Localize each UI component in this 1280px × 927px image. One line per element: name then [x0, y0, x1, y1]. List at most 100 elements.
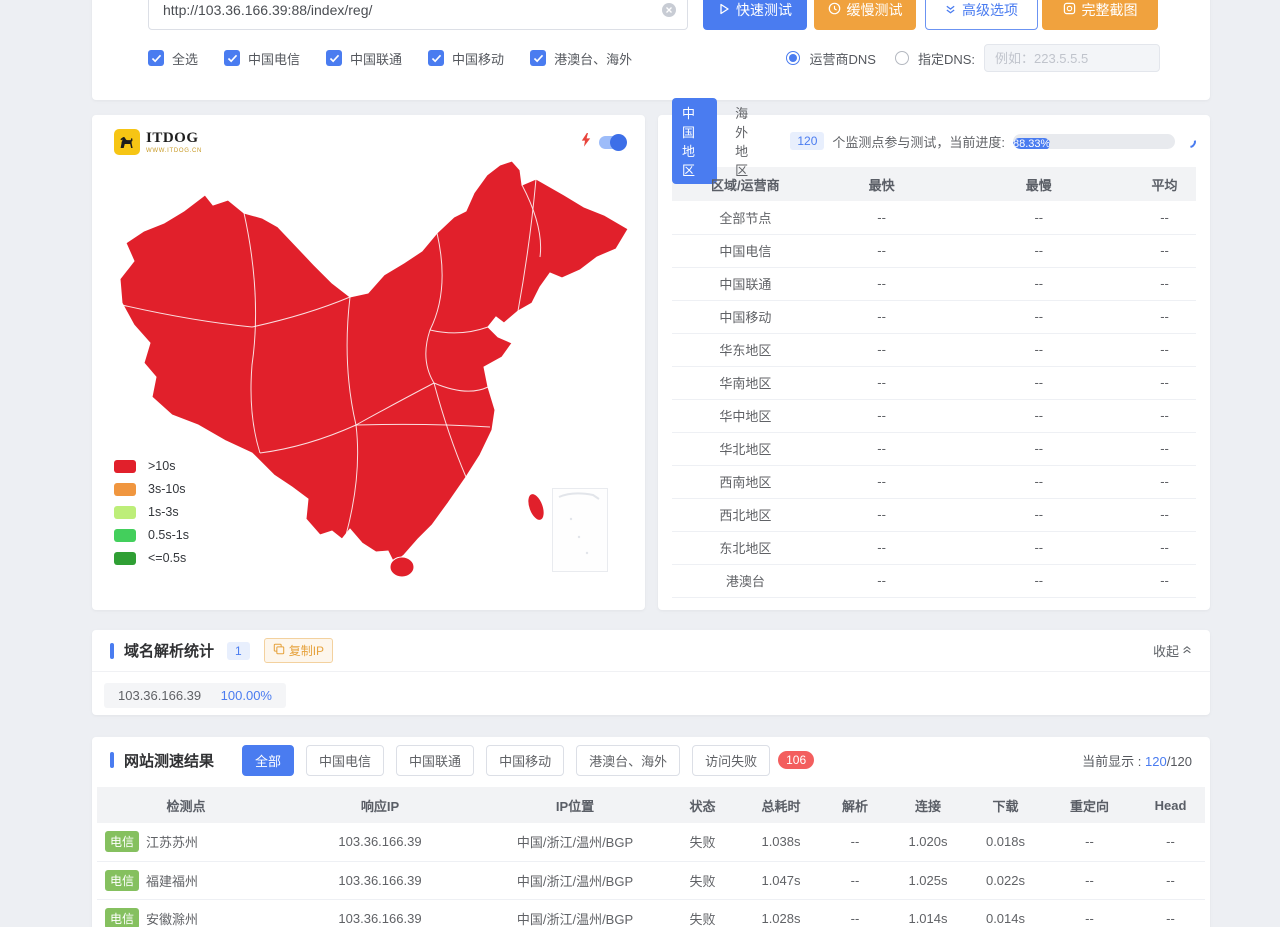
hainan-island	[390, 557, 414, 577]
radio-custom-dns-label: 指定DNS:	[918, 49, 975, 68]
checkbox-china-mobile[interactable]: 中国移动	[428, 49, 504, 68]
quick-test-button[interactable]: 快速测试	[703, 0, 807, 30]
tab-overseas-region[interactable]: 海外地区	[725, 98, 770, 184]
connect-time: 1.020s	[888, 823, 968, 861]
fastest-value: --	[819, 201, 945, 234]
legend-item: 3s-10s	[114, 482, 189, 496]
legend-label: >10s	[148, 459, 175, 473]
table-row: 中国电信------	[672, 234, 1196, 267]
tab-all[interactable]: 全部	[242, 745, 294, 776]
custom-dns-input[interactable]	[984, 44, 1160, 72]
itdog-logo: ITDOG WWW.ITDOG.CN	[114, 129, 202, 155]
region-name: 东北地区	[672, 531, 819, 564]
slowest-value: --	[944, 300, 1133, 333]
fastest-value: --	[819, 564, 945, 597]
resolve-time: --	[822, 899, 888, 927]
progress-label: 个监测点参与测试，当前进度:	[832, 132, 1005, 151]
region-name: 华南地区	[672, 366, 819, 399]
average-value: --	[1133, 432, 1196, 465]
average-value: --	[1133, 498, 1196, 531]
total-time: 1.028s	[740, 899, 822, 927]
slowest-value: --	[944, 465, 1133, 498]
advanced-options-button[interactable]: 高级选项	[925, 0, 1038, 30]
full-screenshot-button[interactable]: 完整截图	[1042, 0, 1158, 30]
radio-isp-dns-label: 运营商DNS	[809, 49, 875, 68]
slowest-value: --	[944, 366, 1133, 399]
checkbox-label: 全选	[172, 49, 198, 68]
fastest-value: --	[819, 399, 945, 432]
total-time: 1.038s	[740, 823, 822, 861]
legend-label: <=0.5s	[148, 551, 186, 565]
checkbox-china-telecom[interactable]: 中国电信	[224, 49, 300, 68]
fastest-value: --	[819, 498, 945, 531]
checkbox-label: 中国联通	[350, 49, 402, 68]
progress-fill: 88.33%	[1013, 138, 1050, 149]
response-ip: 103.36.166.39	[275, 899, 485, 927]
isp-checkbox-group: 全选 中国电信 中国联通 中国移动 港澳台、海外	[148, 49, 632, 68]
copy-ip-button[interactable]: 复制IP	[264, 638, 333, 663]
slow-test-button[interactable]: 缓慢测试	[814, 0, 916, 30]
tab-hk-mo-tw-overseas[interactable]: 港澳台、海外	[576, 745, 680, 776]
table-row: 华北地区------	[672, 432, 1196, 465]
col-download: 下载	[968, 787, 1043, 823]
display-current: 120	[1145, 754, 1167, 769]
display-total: /120	[1167, 754, 1192, 769]
average-value: --	[1133, 366, 1196, 399]
advanced-options-label: 高级选项	[962, 0, 1018, 20]
clear-input-icon[interactable]	[661, 2, 677, 18]
play-icon	[718, 2, 730, 18]
toggle-knob	[610, 134, 627, 151]
fastest-value: --	[819, 234, 945, 267]
dns-entry-chip: 103.36.166.39 100.00%	[104, 683, 286, 708]
radio-custom-dns[interactable]	[895, 51, 909, 65]
map-mode-toggle[interactable]	[599, 136, 625, 149]
checkbox-label: 中国移动	[452, 49, 504, 68]
checkbox-select-all[interactable]: 全选	[148, 49, 198, 68]
tab-china-unicom[interactable]: 中国联通	[396, 745, 474, 776]
url-input[interactable]	[149, 2, 661, 18]
resolved-ip-percent: 100.00%	[221, 688, 272, 703]
map-legend: >10s 3s-10s 1s-3s 0.5s-1s <=0.5s	[114, 459, 189, 565]
slowest-value: --	[944, 201, 1133, 234]
url-input-wrapper	[148, 0, 688, 30]
checkbox-hk-mo-tw-overseas[interactable]: 港澳台、海外	[530, 49, 632, 68]
response-ip: 103.36.166.39	[275, 861, 485, 899]
isp-badge: 电信	[105, 870, 139, 891]
double-chevron-up-icon	[1182, 643, 1192, 658]
table-row: 中国联通------	[672, 267, 1196, 300]
total-time: 1.047s	[740, 861, 822, 899]
average-value: --	[1133, 399, 1196, 432]
region-stats-table: 区域/运营商 最快 最慢 平均 全部节点------ 中国电信------ 中国…	[672, 167, 1196, 598]
checkbox-checked-icon	[148, 50, 164, 66]
region-name: 华中地区	[672, 399, 819, 432]
dog-icon	[114, 129, 140, 155]
radio-isp-dns[interactable]	[786, 51, 800, 65]
fastest-value: --	[819, 333, 945, 366]
slowest-value: --	[944, 564, 1133, 597]
fastest-value: --	[819, 465, 945, 498]
copy-icon	[273, 643, 285, 658]
legend-label: 0.5s-1s	[148, 528, 189, 542]
section-accent-bar	[110, 752, 114, 768]
tab-access-failed[interactable]: 访问失败	[692, 745, 770, 776]
clock-icon	[828, 2, 841, 18]
isp-badge: 电信	[105, 831, 139, 852]
legend-item: 0.5s-1s	[114, 528, 189, 542]
connect-time: 1.014s	[888, 899, 968, 927]
display-label: 当前显示 :	[1082, 754, 1141, 769]
checkbox-china-unicom[interactable]: 中国联通	[326, 49, 402, 68]
region-name: 全部节点	[672, 201, 819, 234]
tab-china-telecom[interactable]: 中国电信	[306, 745, 384, 776]
fastest-value: --	[819, 300, 945, 333]
result-filter-tabs: 全部 中国电信 中国联通 中国移动 港澳台、海外 访问失败 106	[230, 745, 814, 776]
col-redirect: 重定向	[1043, 787, 1136, 823]
resolve-time: --	[822, 861, 888, 899]
logo-subtitle: WWW.ITDOG.CN	[146, 148, 202, 154]
col-response-ip: 响应IP	[275, 787, 485, 823]
slowest-value: --	[944, 234, 1133, 267]
region-name: 港澳台	[672, 564, 819, 597]
tab-china-mobile[interactable]: 中国移动	[486, 745, 564, 776]
collapse-link[interactable]: 收起	[1153, 641, 1192, 660]
tab-china-region[interactable]: 中国地区	[672, 98, 717, 184]
monitor-count-badge: 120	[790, 132, 824, 150]
